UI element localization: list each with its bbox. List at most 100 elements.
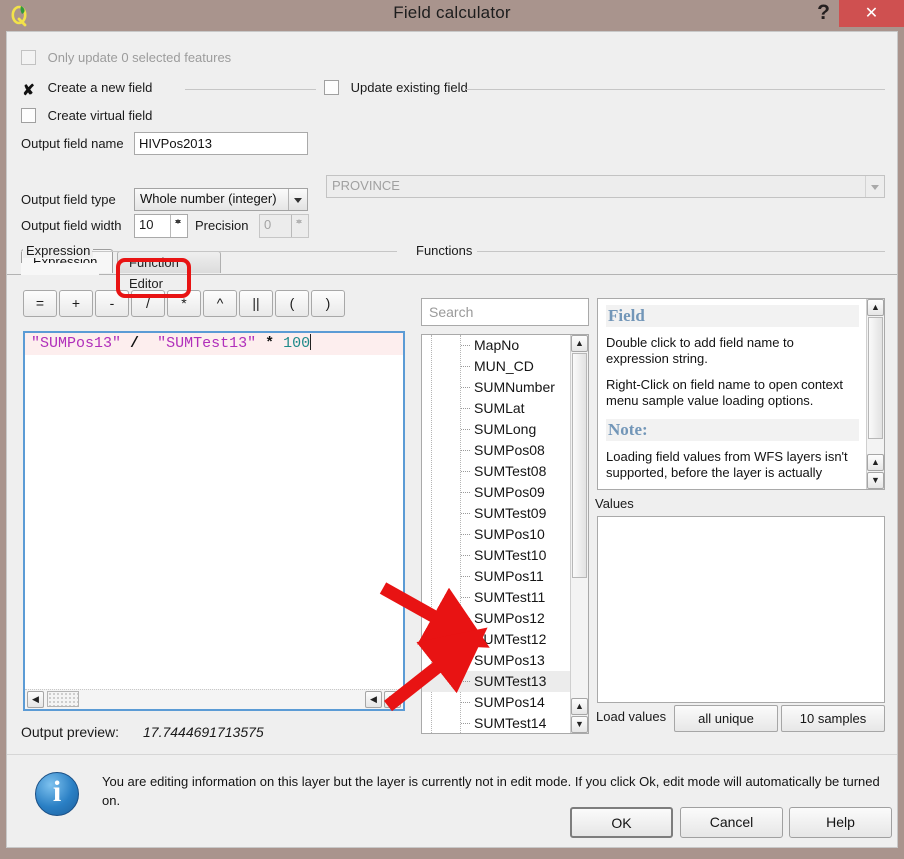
expression-token-space xyxy=(274,335,283,352)
output-field-type-value: Whole number (integer) xyxy=(140,191,277,206)
expression-horizontal-scrollbar[interactable]: ◀ ◀ ▶ xyxy=(25,689,403,709)
field-list[interactable]: MapNo MUN_CD SUMNumber SUMLat SUMLong SUMPos0… xyxy=(421,334,589,734)
help-panel-body: Field Double click to add field name to … xyxy=(598,299,867,489)
create-new-field-group-line xyxy=(185,89,316,90)
update-existing-field-label: Update existing field xyxy=(350,80,468,95)
scroll-up-icon[interactable]: ▲ xyxy=(571,335,588,352)
field-list-item[interactable]: SUMTest12 xyxy=(422,629,588,650)
output-field-type-combo[interactable]: Whole number (integer) xyxy=(134,188,308,211)
create-virtual-field-checkbox[interactable]: Create virtual field xyxy=(21,108,152,123)
expression-text[interactable]: "SUMPos13" / "SUMTest13" * 100 xyxy=(25,333,403,355)
search-input[interactable]: Search xyxy=(421,298,589,326)
field-list-item[interactable]: SUMLat xyxy=(422,398,588,419)
expression-token-space xyxy=(121,335,130,352)
create-new-field-checkbox[interactable]: ✘ Create a new field xyxy=(21,80,152,98)
create-virtual-field-box[interactable] xyxy=(21,108,36,123)
output-field-type-label: Output field type xyxy=(21,192,116,207)
scroll-up-icon-2[interactable]: ▲ xyxy=(571,698,588,715)
expression-scroll-thumb[interactable] xyxy=(47,691,79,707)
scroll-left-icon[interactable]: ◀ xyxy=(27,691,44,708)
expression-token-op: / xyxy=(130,335,140,352)
scroll-down-icon[interactable]: ▼ xyxy=(571,716,588,733)
separator xyxy=(7,754,897,755)
help-panel[interactable]: Field Double click to add field name to … xyxy=(597,298,885,490)
operator-button-[interactable]: + xyxy=(59,290,93,317)
expression-token-num: 100 xyxy=(283,335,311,352)
precision-spin-buttons[interactable] xyxy=(291,215,308,237)
field-list-item[interactable]: MapNo xyxy=(422,335,588,356)
help-heading: Field xyxy=(606,305,859,327)
text-caret xyxy=(310,334,312,350)
field-list-item[interactable]: SUMTest10 xyxy=(422,545,588,566)
ok-button[interactable]: OK xyxy=(570,807,673,838)
values-legend: Values xyxy=(595,496,634,511)
all-unique-button[interactable]: all unique xyxy=(674,705,778,732)
scroll-up-icon-2[interactable]: ▲ xyxy=(867,454,884,471)
field-list-scroll-thumb[interactable] xyxy=(572,353,587,578)
field-list-item[interactable]: SUMTest09 xyxy=(422,503,588,524)
chevron-down-icon[interactable] xyxy=(865,176,884,197)
cancel-button[interactable]: Cancel xyxy=(680,807,783,838)
update-existing-field-group-line xyxy=(466,89,885,90)
info-message: You are editing information on this laye… xyxy=(102,774,880,808)
field-list-item[interactable]: SUMPos12 xyxy=(422,608,588,629)
operator-button-[interactable]: ^ xyxy=(203,290,237,317)
field-list-item[interactable]: SUMPos10 xyxy=(422,524,588,545)
operator-button-[interactable]: ( xyxy=(275,290,309,317)
help-scroll-thumb[interactable] xyxy=(868,317,883,439)
operator-button-[interactable]: || xyxy=(239,290,273,317)
existing-field-combo[interactable]: PROVINCE xyxy=(326,175,885,198)
output-field-name-input[interactable] xyxy=(134,132,308,155)
close-icon[interactable]: ✕ xyxy=(839,0,904,27)
window-title: Field calculator xyxy=(393,3,511,22)
scroll-right-icon[interactable]: ▶ xyxy=(384,691,401,708)
functions-group-line xyxy=(477,251,885,252)
titlebar-help-icon[interactable]: ? xyxy=(817,1,830,25)
field-list-item[interactable]: SUMPos14 xyxy=(422,692,588,713)
field-list-item[interactable]: SUMTest11 xyxy=(422,587,588,608)
output-field-width-spin-buttons[interactable] xyxy=(170,215,187,237)
field-list-item[interactable]: MUN_CD xyxy=(422,356,588,377)
field-list-item[interactable]: SUMTest13 xyxy=(422,671,588,692)
help-paragraph-2: Right-Click on field name to open contex… xyxy=(606,377,844,408)
help-panel-scrollbar[interactable]: ▲ ▲ ▼ xyxy=(866,299,884,489)
operator-button-[interactable]: ) xyxy=(311,290,345,317)
field-list-item[interactable]: SUMNumber xyxy=(422,377,588,398)
field-list-item[interactable]: SUMPos11 xyxy=(422,566,588,587)
chevron-down-icon[interactable] xyxy=(288,189,307,210)
only-update-selected-box[interactable] xyxy=(21,50,36,65)
only-update-selected-checkbox[interactable]: Only update 0 selected features xyxy=(21,50,231,65)
expression-editor[interactable]: "SUMPos13" / "SUMTest13" * 100 ◀ ◀ ▶ xyxy=(23,331,405,711)
update-existing-field-box[interactable] xyxy=(324,80,339,95)
precision-value: 0 xyxy=(264,217,272,232)
output-field-name-label: Output field name xyxy=(21,136,124,151)
field-list-items[interactable]: MapNo MUN_CD SUMNumber SUMLat SUMLong SUMPos0… xyxy=(422,335,588,733)
field-list-item[interactable]: SUMTest08 xyxy=(422,461,588,482)
create-virtual-field-label: Create virtual field xyxy=(47,108,153,123)
expression-group-legend: Expression xyxy=(23,243,94,258)
help-button[interactable]: Help xyxy=(789,807,892,838)
scroll-down-icon[interactable]: ▼ xyxy=(867,472,884,489)
field-list-item[interactable]: SUMPos09 xyxy=(422,482,588,503)
functions-group-legend: Functions xyxy=(413,243,476,258)
tab-active-joint xyxy=(21,263,99,275)
values-list[interactable] xyxy=(597,516,885,703)
output-field-width-stepper[interactable]: 10 xyxy=(134,214,188,238)
help-note-heading: Note: xyxy=(606,419,859,441)
ten-samples-button[interactable]: 10 samples xyxy=(781,705,885,732)
create-new-field-check-mark[interactable]: ✘ xyxy=(21,83,36,98)
field-list-item[interactable]: SUMPos13 xyxy=(422,650,588,671)
title-bar: Field calculator ? ✕ xyxy=(0,0,904,31)
expression-token-space xyxy=(256,335,265,352)
precision-stepper[interactable]: 0 xyxy=(259,214,309,238)
scroll-up-icon[interactable]: ▲ xyxy=(867,299,884,316)
expression-token-space xyxy=(139,335,157,352)
update-existing-field-checkbox[interactable]: Update existing field xyxy=(324,80,468,95)
field-list-scrollbar[interactable]: ▲ ▲ ▼ xyxy=(570,335,588,733)
field-list-item[interactable]: SUMTest14 xyxy=(422,713,588,733)
field-list-item[interactable]: SUMPos08 xyxy=(422,440,588,461)
scroll-left-icon-2[interactable]: ◀ xyxy=(365,691,382,708)
field-list-item[interactable]: SUMLong xyxy=(422,419,588,440)
operator-button-[interactable]: = xyxy=(23,290,57,317)
field-calculator-dialog: Only update 0 selected features ✘ Create… xyxy=(6,31,898,848)
